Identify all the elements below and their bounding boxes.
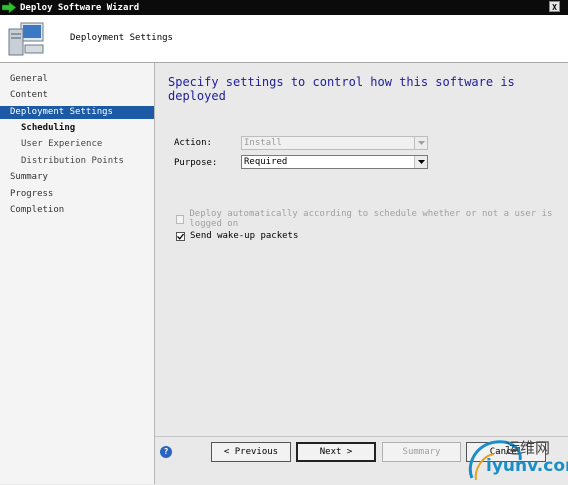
window-titlebar: Deploy Software Wizard X xyxy=(0,0,568,15)
sidebar-item-scheduling[interactable]: Scheduling xyxy=(0,122,154,135)
action-select: Install xyxy=(241,136,428,150)
action-label: Action: xyxy=(174,138,212,148)
auto-deploy-checkbox xyxy=(176,214,185,224)
page-heading: Specify settings to control how this sof… xyxy=(168,75,515,103)
action-value: Install xyxy=(244,138,282,148)
wakeup-label[interactable]: Send wake-up packets xyxy=(190,231,298,241)
auto-deploy-label: Deploy automatically according to schedu… xyxy=(189,209,553,229)
sidebar-item-progress[interactable]: Progress xyxy=(0,188,154,201)
main-panel xyxy=(155,63,568,436)
previous-button[interactable]: < Previous xyxy=(211,442,291,462)
watermark-chinese-text: 运维网 xyxy=(505,439,551,457)
help-icon[interactable]: ? xyxy=(160,446,172,458)
sidebar-item-summary[interactable]: Summary xyxy=(0,171,154,184)
sidebar-item-distribution-points[interactable]: Distribution Points xyxy=(0,155,154,168)
sidebar-item-completion[interactable]: Completion xyxy=(0,204,154,217)
wizard-sidebar: General Content Deployment Settings Sche… xyxy=(0,63,155,484)
summary-button[interactable]: Summary xyxy=(382,442,461,462)
purpose-value: Required xyxy=(244,157,288,167)
sidebar-item-user-experience[interactable]: User Experience xyxy=(0,138,154,151)
sidebar-item-general[interactable]: General xyxy=(0,73,154,86)
sidebar-item-content[interactable]: Content xyxy=(0,89,154,102)
wakeup-checkbox[interactable] xyxy=(176,231,185,241)
window-title: Deploy Software Wizard xyxy=(20,2,140,13)
header-title: Deployment Settings xyxy=(70,33,173,43)
sidebar-item-deployment-settings[interactable]: Deployment Settings xyxy=(0,106,154,119)
chevron-down-icon xyxy=(414,137,427,149)
purpose-label: Purpose: xyxy=(174,158,218,168)
purpose-select[interactable]: Required xyxy=(241,155,428,169)
next-button[interactable]: Next > xyxy=(296,442,376,462)
auto-deploy-checkbox-row: Deploy automatically according to schedu… xyxy=(176,209,568,229)
wakeup-checkbox-row[interactable]: Send wake-up packets xyxy=(176,231,298,241)
computer-icon xyxy=(8,22,44,56)
close-icon: X xyxy=(552,3,557,12)
wizard-header: Deployment Settings xyxy=(0,15,568,63)
watermark-url-text: iyunv.com xyxy=(486,456,568,476)
close-button[interactable]: X xyxy=(549,1,560,12)
wizard-arrow-icon xyxy=(2,2,16,13)
chevron-down-icon[interactable] xyxy=(414,156,427,168)
